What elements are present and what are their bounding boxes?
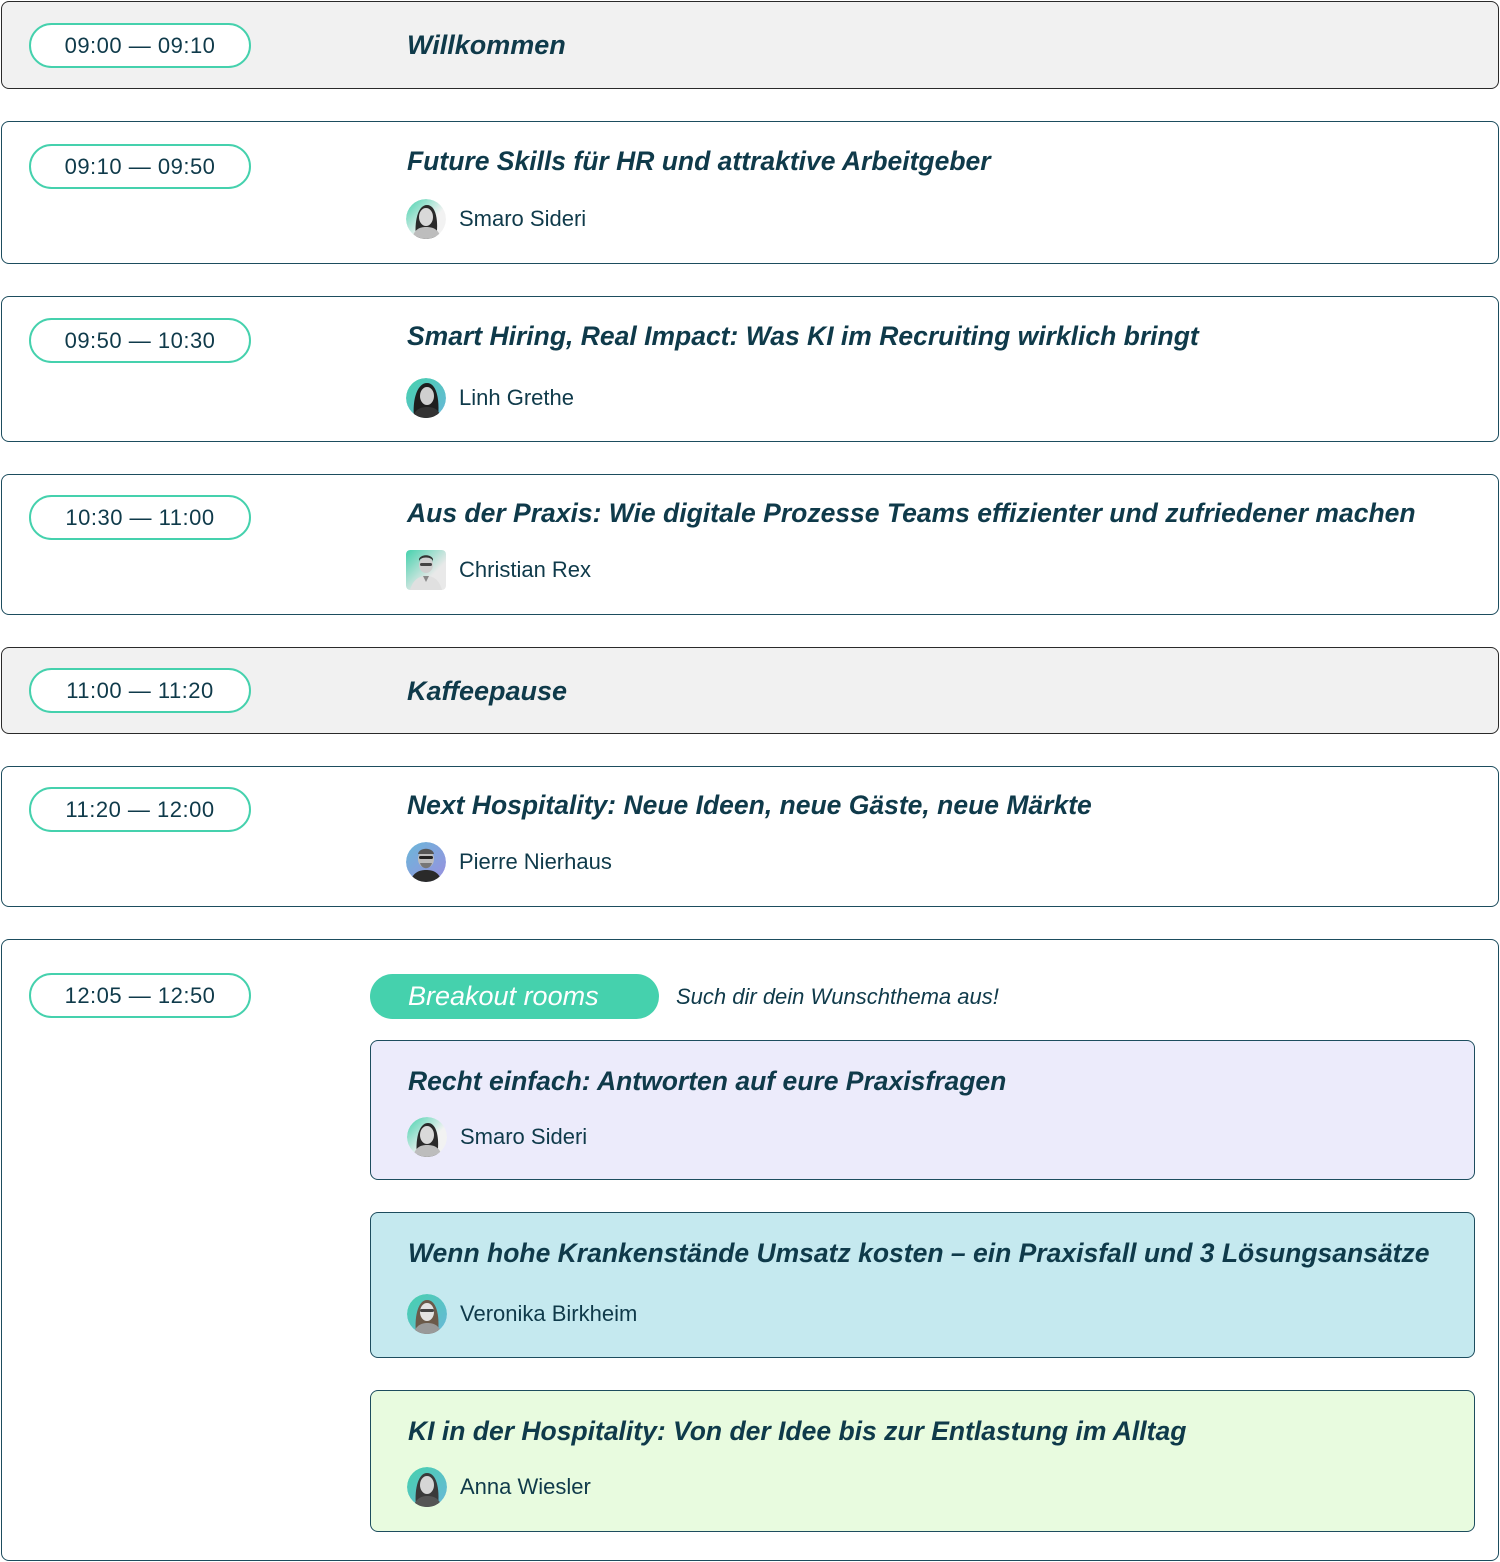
session-time: 11:20 — 12:00	[29, 787, 251, 832]
session-title: Smart Hiring, Real Impact: Was KI im Rec…	[407, 321, 1199, 351]
speaker-name: Anna Wiesler	[460, 1474, 591, 1499]
speaker-name: Linh Grethe	[459, 385, 574, 410]
speaker-avatar-icon	[407, 1467, 447, 1507]
speaker: Christian Rex	[406, 549, 591, 591]
speaker-name: Christian Rex	[459, 557, 592, 582]
session-title: Kaffeepause	[407, 676, 568, 706]
speaker: Pierre Nierhaus	[406, 841, 612, 883]
room-title: Wenn hohe Krankenstände Umsatz kosten – …	[408, 1238, 1430, 1268]
breakout-card: 12:05 — 12:50 Breakout rooms Such dir de…	[1, 939, 1499, 1561]
room-title: Recht einfach: Antworten auf eure Praxis…	[408, 1066, 1007, 1096]
session-time: 10:30 — 11:00	[29, 495, 251, 540]
speaker-avatar-icon	[406, 842, 446, 882]
session-card-break: 11:00 — 11:20 Kaffeepause	[1, 647, 1499, 734]
session-card-welcome: 09:00 — 09:10 Willkommen	[1, 1, 1499, 89]
session-time: 09:50 — 10:30	[29, 318, 251, 363]
session-time: 09:10 — 09:50	[29, 144, 251, 189]
speaker: Smaro Sideri	[407, 1116, 587, 1158]
speaker-avatar-icon	[407, 1294, 447, 1334]
breakout-badge: Breakout rooms	[370, 974, 659, 1019]
session-title: Future Skills für HR und attraktive Arbe…	[407, 146, 991, 176]
speaker-name: Smaro Sideri	[459, 206, 587, 231]
speaker: Linh Grethe	[406, 377, 574, 419]
session-card: 11:20 — 12:00 Next Hospitality: Neue Ide…	[1, 766, 1499, 907]
speaker-name: Veronika Birkheim	[460, 1301, 638, 1326]
speaker-avatar-icon	[406, 199, 446, 239]
speaker-avatar-icon	[407, 1117, 447, 1157]
session-time: 11:00 — 11:20	[29, 668, 251, 713]
speaker-name: Pierre Nierhaus	[459, 849, 612, 874]
session-card: 09:50 — 10:30 Smart Hiring, Real Impact:…	[1, 296, 1499, 442]
speaker: Anna Wiesler	[407, 1466, 591, 1508]
breakout-room: Wenn hohe Krankenstände Umsatz kosten – …	[370, 1212, 1475, 1358]
session-title: Aus der Praxis: Wie digitale Prozesse Te…	[407, 498, 1416, 528]
breakout-hint: Such dir dein Wunschthema aus!	[676, 984, 999, 1009]
room-title: KI in der Hospitality: Von der Idee bis …	[408, 1416, 1187, 1446]
session-title: Next Hospitality: Neue Ideen, neue Gäste…	[407, 790, 1092, 820]
speaker-name: Smaro Sideri	[460, 1124, 588, 1149]
breakout-room: Recht einfach: Antworten auf eure Praxis…	[370, 1040, 1475, 1180]
session-title: Willkommen	[407, 30, 566, 60]
speaker: Veronika Birkheim	[407, 1293, 637, 1335]
breakout-room: KI in der Hospitality: Von der Idee bis …	[370, 1390, 1475, 1532]
session-time: 12:05 — 12:50	[29, 973, 251, 1018]
speaker-avatar-icon	[406, 550, 446, 590]
session-card: 09:10 — 09:50 Future Skills für HR und a…	[1, 121, 1499, 264]
session-card: 10:30 — 11:00 Aus der Praxis: Wie digita…	[1, 474, 1499, 615]
speaker: Smaro Sideri	[406, 198, 586, 240]
session-time: 09:00 — 09:10	[29, 23, 251, 68]
speaker-avatar-icon	[406, 378, 446, 418]
